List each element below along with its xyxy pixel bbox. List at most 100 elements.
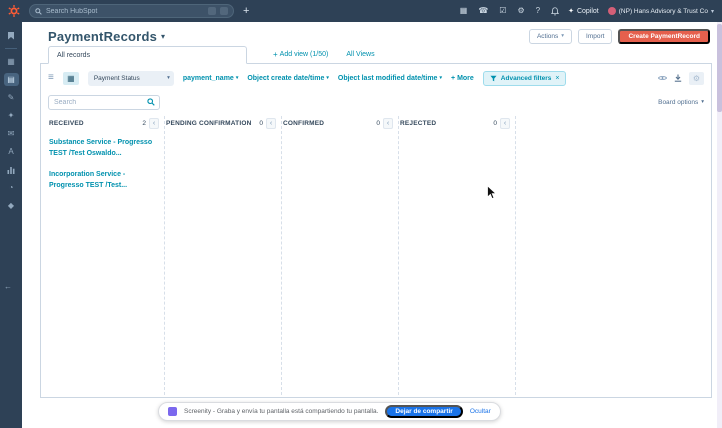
caret-down-icon: ▾: [326, 75, 329, 81]
page-title: PaymentRecords: [48, 28, 158, 44]
tasks-icon[interactable]: ☑: [499, 7, 506, 15]
all-views-button[interactable]: All Views: [346, 51, 374, 58]
record-card-link[interactable]: Substance Service - Progresso TEST /Test…: [49, 138, 157, 159]
hubspot-logo-icon[interactable]: [8, 5, 20, 17]
bookmarks-icon[interactable]: [4, 29, 19, 42]
header-buttons: Actions ▾ Import Create PaymentRecord: [528, 28, 710, 44]
automations-icon[interactable]: A: [4, 145, 19, 158]
left-navigation-rail: ▦ ▤ ✎ ✦ ✉ A ◔ ◆ ←: [0, 22, 22, 428]
board-options-button[interactable]: Board options ▾: [658, 99, 704, 106]
advanced-filters-chip[interactable]: Advanced filters ×: [482, 70, 567, 86]
column-rejected: REJECTED 0 ‹: [399, 116, 516, 395]
page-scrollbar[interactable]: [717, 22, 722, 428]
import-button[interactable]: Import: [578, 28, 613, 44]
keyboard-shortcut-badge: [220, 7, 228, 15]
column-pending-confirmation: PENDING CONFIRMATION 0 ‹: [165, 116, 282, 395]
settings-icon[interactable]: ⚙: [517, 7, 524, 15]
filter-create-date[interactable]: Object create date/time ▾: [247, 75, 329, 82]
actions-button[interactable]: Actions ▾: [528, 28, 573, 44]
share-message: Screenity - Graba y envía tu pantalla es…: [184, 408, 379, 415]
column-count: 2: [142, 119, 146, 127]
content-icon[interactable]: ✦: [4, 109, 19, 122]
more-label: More: [457, 74, 474, 82]
account-menu[interactable]: (NP) Hans Advisory & Trust Co ▾: [607, 7, 714, 15]
filter-label: payment_name: [182, 74, 234, 82]
workspaces-icon[interactable]: ▦: [4, 55, 19, 68]
conversations-icon[interactable]: ✉: [4, 127, 19, 140]
global-search-input[interactable]: [46, 7, 204, 15]
export-icon[interactable]: [674, 74, 682, 82]
more-filters-button[interactable]: + More: [451, 75, 474, 82]
caret-down-icon: ▾: [701, 99, 704, 105]
column-count: 0: [493, 119, 497, 127]
collapse-column-button[interactable]: ‹: [383, 117, 393, 129]
marketplace-icon[interactable]: ▦: [460, 7, 468, 15]
create-paymentrecord-button[interactable]: Create PaymentRecord: [618, 28, 710, 44]
filter-label: Object last modified date/time: [337, 74, 438, 82]
column-header: RECEIVED 2 ‹: [49, 116, 159, 130]
record-card-link[interactable]: Incorporation Service - Progresso TEST /…: [49, 170, 157, 191]
collapse-column-button[interactable]: ‹: [500, 117, 510, 129]
caret-down-icon[interactable]: ▾: [161, 32, 165, 41]
caret-down-icon: ▾: [235, 75, 239, 81]
avatar: [607, 7, 616, 15]
help-icon[interactable]: ?: [536, 7, 540, 15]
add-view-label: Add view (1/50): [279, 50, 329, 58]
column-name: RECEIVED: [49, 119, 84, 127]
hide-share-bar-button[interactable]: Ocultar: [470, 408, 491, 415]
quick-create-button[interactable]: +: [243, 5, 249, 17]
actions-label: Actions: [536, 32, 559, 40]
global-search[interactable]: [29, 4, 234, 18]
caret-down-icon: ▾: [439, 75, 442, 81]
board-search-box[interactable]: [48, 94, 160, 110]
list-view-icon[interactable]: ≡: [48, 73, 54, 83]
collapse-column-button[interactable]: ‹: [266, 117, 276, 129]
all-views-label: All Views: [346, 50, 375, 58]
bar-chart-icon: [7, 166, 15, 174]
plus-icon: +: [450, 74, 456, 82]
stop-sharing-button[interactable]: Dejar de compartir: [385, 405, 463, 418]
column-name: PENDING CONFIRMATION: [166, 119, 252, 127]
copilot-button[interactable]: ✦ Copilot: [568, 7, 599, 16]
crm-nav-icon-selected[interactable]: ▤: [3, 73, 19, 86]
pipeline-label: Payment Status: [93, 74, 140, 82]
column-header: REJECTED 0 ‹: [400, 116, 510, 130]
records-panel: ≡ ▦ Payment Status ▾ payment_name ▾ Obje…: [40, 63, 712, 398]
screen-share-bar: Screenity - Graba y envía tu pantalla es…: [158, 402, 501, 421]
account-label: (NP) Hans Advisory & Trust Co: [618, 7, 708, 15]
board-search-row: Board options ▾: [48, 93, 704, 111]
filter-payment-name[interactable]: payment_name ▾: [183, 75, 238, 82]
scrollbar-thumb[interactable]: [717, 24, 722, 112]
quick-view-icon[interactable]: [658, 75, 667, 81]
filter-modified-date[interactable]: Object last modified date/time ▾: [338, 75, 442, 82]
notifications-icon[interactable]: [551, 6, 560, 16]
reporting-icon[interactable]: [4, 163, 19, 176]
main-content: PaymentRecords ▾ Actions ▾ Import Create…: [22, 22, 722, 428]
close-icon[interactable]: ×: [555, 75, 559, 82]
caret-down-icon: ▾: [167, 75, 170, 81]
board-options-label: Board options: [658, 98, 699, 106]
column-name: CONFIRMED: [283, 119, 325, 127]
board-search-input[interactable]: [54, 98, 145, 106]
import-label: Import: [586, 32, 605, 40]
partner-tools-icon[interactable]: ◆: [4, 199, 19, 212]
pipeline-select[interactable]: Payment Status ▾: [87, 70, 174, 86]
tab-all-records[interactable]: All records: [48, 46, 247, 64]
column-count: 0: [259, 119, 263, 127]
sparkle-icon: ✦: [568, 8, 574, 15]
add-view-button[interactable]: + Add view (1/50): [273, 50, 328, 59]
column-name: REJECTED: [400, 119, 437, 127]
caret-down-icon: ▾: [710, 8, 714, 15]
top-navigation-bar: + ▦ ☎ ☑ ⚙ ? ✦ Copilot (NP) Hans Advisory…: [0, 0, 722, 22]
search-icon: [35, 7, 42, 15]
board-view-icon-selected[interactable]: ▦: [62, 71, 79, 85]
filter-toolbar: ≡ ▦ Payment Status ▾ payment_name ▾ Obje…: [48, 69, 704, 87]
caret-down-icon: ▾: [561, 33, 565, 39]
calling-icon[interactable]: ☎: [478, 7, 488, 15]
collapse-column-button[interactable]: ‹: [149, 117, 159, 129]
funnel-icon: [490, 75, 497, 81]
column-header: PENDING CONFIRMATION 0 ‹: [166, 116, 276, 130]
collapse-sidebar-icon[interactable]: ←: [4, 282, 12, 291]
marketing-icon[interactable]: ✎: [4, 91, 19, 104]
commerce-icon[interactable]: ◔: [4, 181, 19, 194]
